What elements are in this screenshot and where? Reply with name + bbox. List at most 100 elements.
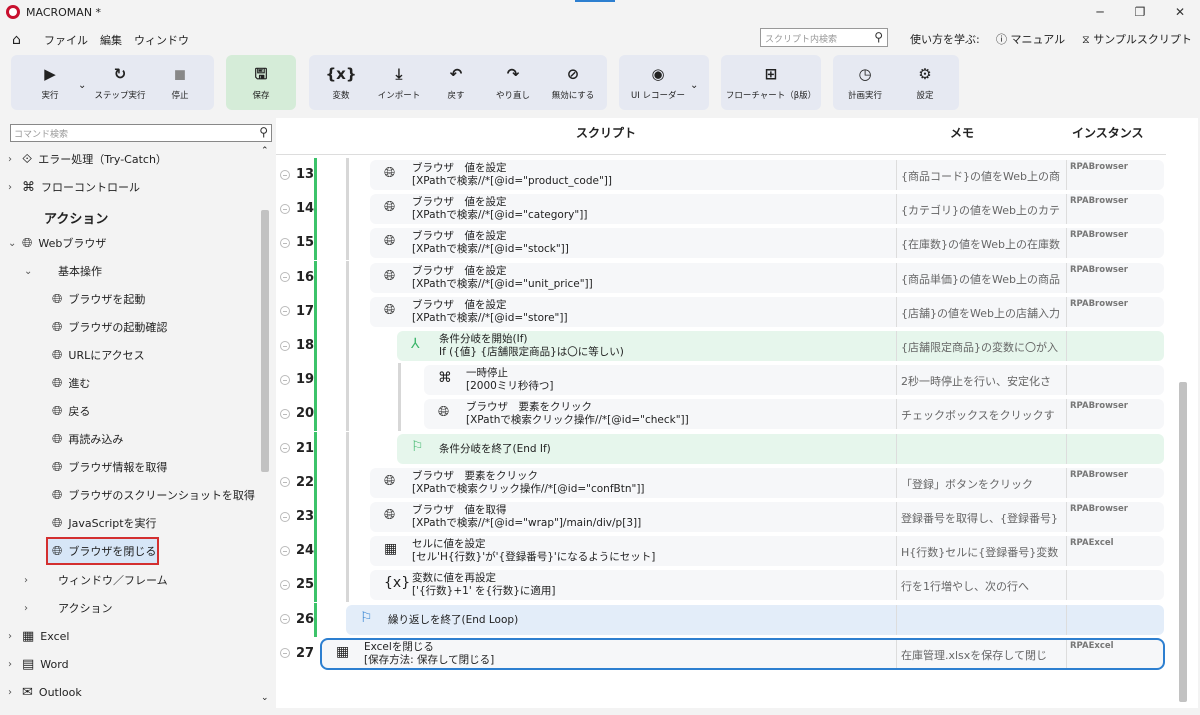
scroll-up-icon[interactable]: ⌃ [261,146,269,156]
tree-item-flow-control[interactable]: › ⌘ フローコントロール [8,174,140,200]
import-button[interactable]: ⤓ インポート [372,55,426,110]
tree-item-close-browser[interactable]: 🌐︎ ブラウザを閉じる [52,538,156,564]
collapse-icon[interactable] [280,306,290,317]
script-row[interactable]: 18 ⅄ 条件分岐を開始(If) If ({値} {店舗限定商品}は〇に等しい) {店舗… [276,329,1176,363]
sample-script-link[interactable]: ⧖ サンプルスクリプト [1082,31,1192,47]
tree-item-outlook[interactable]: › ✉ Outlook [8,679,82,705]
script-row[interactable]: 16 🌐︎ ブラウザ 値を設定 [XPathで検索//*[@id="unit_pric… [276,260,1176,295]
script-row[interactable]: 23 🌐︎ ブラウザ 値を取得 [XPathで検索//*[@id="wrap"]/ma… [276,500,1176,534]
script-row[interactable]: 21 ⚐ 条件分岐を終了(End If) [276,431,1176,466]
memo-cell[interactable]: 行を1行増やし、次の行へ [896,570,1062,601]
search-icon[interactable]: ⚲ [259,125,268,139]
menu-edit[interactable]: 編集 [100,32,122,48]
tree-item-window-frame[interactable]: › ウィンドウ／フレーム [24,567,168,593]
tree-item-browser-action[interactable]: › アクション [24,595,112,621]
tree-item-back[interactable]: 🌐︎ 戻る [52,398,90,424]
ui-recorder-button[interactable]: ◉ UI レコーダー [628,55,688,110]
script-search-input[interactable]: スクリプト内検索 ⚲ [760,28,888,47]
tree-item-basic-ops[interactable]: ⌄ 基本操作 [24,258,102,284]
memo-cell[interactable] [896,433,1062,464]
tree-item-error-handling[interactable]: › ⟐ エラー処理（Try-Catch） [8,146,167,172]
script-row[interactable]: 19 ⌘ 一時停止 [2000ミリ秒待つ] 2秒一時停止を行い、安定化さ [276,363,1176,398]
tree-item-run-javascript[interactable]: 🌐︎ JavaScriptを実行 [52,510,157,536]
script-scrollbar[interactable] [1176,150,1190,710]
variable-button[interactable]: {x} 変数 [320,55,362,110]
memo-cell[interactable]: {商品コード}の値をWeb上の商 [896,160,1062,190]
script-row[interactable]: 15 🌐︎ ブラウザ 値を設定 [XPathで検索//*[@id="stock"]]{… [276,226,1176,261]
menu-file[interactable]: ファイル [44,32,88,48]
menu-window[interactable]: ウィンドウ [134,32,189,48]
maximize-icon[interactable]: ❐ [1120,0,1160,24]
collapse-icon[interactable] [280,203,290,214]
collapse-icon[interactable] [280,272,290,283]
script-row[interactable]: 24 ▦ セルに値を設定 [セル'H{行数}'が'{登録番号}'になるようにセット] H… [276,534,1176,569]
line-number-text: 17 [296,303,315,319]
memo-cell[interactable]: {商品単価}の値をWeb上の商品 [896,262,1062,293]
tree-item-launch-browser[interactable]: 🌐︎ ブラウザを起動 [52,286,145,312]
undo-button[interactable]: ↶ 戻す [436,55,476,110]
tree-item-word[interactable]: › ▤ Word [8,651,69,677]
schedule-button[interactable]: ◷ 計画実行 [843,55,887,110]
collapse-icon[interactable] [280,408,290,419]
collapse-icon[interactable] [280,545,290,556]
minimize-icon[interactable]: ─ [1080,0,1120,24]
tree-item-web-browser[interactable]: ⌄ 🌐︎ Webブラウザ [8,230,106,256]
command-search-input[interactable]: コマンド検索 ⚲ [10,124,272,142]
script-row[interactable]: 17 🌐︎ ブラウザ 値を設定 [XPathで検索//*[@id="store"]]{… [276,294,1176,329]
chevron-right-icon: › [8,181,12,193]
script-row[interactable]: 25 {x} 変数に値を再設定 ['{行数}+1' を{行数}に適用] 行を1行増やし、… [276,568,1176,603]
memo-cell[interactable]: チェックボックスをクリックす [896,399,1062,430]
script-row[interactable]: 26 ⚐ 繰り返しを終了(End Loop) [276,602,1176,637]
memo-cell[interactable]: {店舗}の値をWeb上の店舗入力 [896,296,1062,327]
save-button[interactable]: 🖫 保存 [236,55,286,110]
collapse-icon[interactable] [280,443,290,454]
collapse-icon[interactable] [280,374,290,385]
script-row[interactable]: 13 🌐︎ ブラウザ 値を設定 [XPathで検索//*[@id="product_c… [276,158,1176,192]
memo-cell[interactable] [896,604,1062,635]
tree-item-screenshot[interactable]: 🌐︎ ブラウザのスクリーンショットを取得 [52,482,255,508]
settings-button[interactable]: ⚙ 設定 [905,55,945,110]
stop-button[interactable]: ◼ 停止 [160,55,200,110]
memo-cell[interactable]: {店舗限定商品}の変数に〇が入 [896,331,1062,361]
search-icon[interactable]: ⚲ [874,30,883,44]
recorder-dropdown-icon[interactable]: ⌄ [690,80,698,91]
tree-item-check-browser[interactable]: 🌐︎ ブラウザの起動確認 [52,314,167,340]
run-dropdown-icon[interactable]: ⌄ [78,80,86,91]
scrollbar-thumb[interactable] [261,210,269,472]
memo-cell[interactable]: 「登録」ボタンをクリック [896,467,1062,498]
tree-item-excel[interactable]: › ▦ Excel [8,623,69,649]
home-icon[interactable]: ⌂ [12,32,32,48]
memo-cell[interactable]: 登録番号を取得し、{登録番号} [896,502,1062,532]
scrollbar-thumb[interactable] [1179,382,1187,702]
line-number: 16 [280,270,314,285]
collapse-icon[interactable] [280,579,290,590]
disable-button[interactable]: ⊘ 無効にする [546,55,600,110]
tree-item-forward[interactable]: 🌐︎ 進む [52,370,90,396]
step-run-button[interactable]: ↻ ステップ実行 [92,55,148,110]
collapse-icon[interactable] [280,477,290,488]
collapse-icon[interactable] [280,614,290,625]
tree-item-get-browser-info[interactable]: 🌐︎ ブラウザ情報を取得 [52,454,167,480]
app-title: MACROMAN * [26,5,102,19]
collapse-icon[interactable] [280,340,290,351]
memo-cell[interactable]: 2秒一時停止を行い、安定化さ [896,365,1062,396]
scroll-down-icon[interactable]: ⌄ [261,693,269,703]
script-row[interactable]: 14 🌐︎ ブラウザ 値を設定 [XPathで検索//*[@id="category"… [276,192,1176,227]
manual-link[interactable]: ⓘ マニュアル [996,31,1065,47]
run-button[interactable]: ▶ 実行 [30,55,70,110]
script-row[interactable]: 22 🌐︎ ブラウザ 要素をクリック [XPathで検索クリック操作//*[@id="… [276,465,1176,500]
memo-cell[interactable]: {カテゴリ}の値をWeb上のカテ [896,194,1062,225]
tree-item-access-url[interactable]: 🌐︎ URLにアクセス [52,342,145,368]
collapse-icon[interactable] [280,169,290,180]
tree-item-reload[interactable]: 🌐︎ 再読み込み [52,426,123,452]
script-row[interactable]: 20 🌐︎ ブラウザ 要素をクリック [XPathで検索クリック操作//*[@id="… [276,397,1176,432]
flowchart-button[interactable]: ⊞ フローチャート（β版） [724,55,818,110]
memo-cell[interactable]: {在庫数}の値をWeb上の在庫数 [896,228,1062,259]
collapse-icon[interactable] [280,511,290,522]
memo-cell[interactable]: H{行数}セルに{登録番号}変数 [896,536,1062,567]
collapse-icon[interactable] [280,648,290,659]
collapse-icon[interactable] [280,237,290,248]
redo-button[interactable]: ↷ やり直し [490,55,536,110]
command-panel-scrollbar[interactable]: ⌃ ⌄ [258,146,272,708]
close-icon[interactable]: ✕ [1160,0,1200,24]
